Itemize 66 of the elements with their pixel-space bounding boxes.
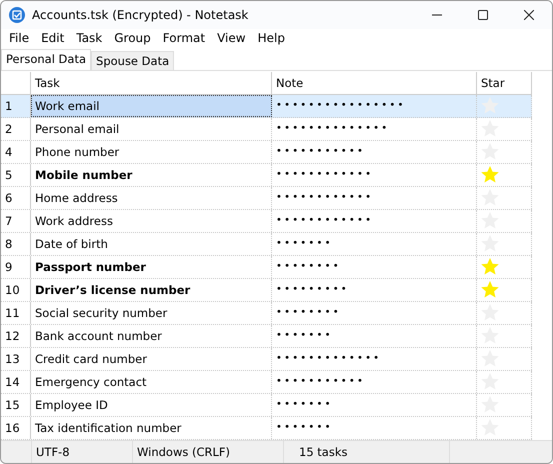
tab[interactable]: Spouse Data	[91, 50, 174, 70]
table-cell[interactable]: •••••••	[272, 232, 477, 255]
tab[interactable]: Personal Data	[1, 48, 92, 70]
status-text: Windows (CRLF)	[133, 440, 284, 463]
table-cell[interactable]: Phone number	[31, 140, 272, 163]
table-cell[interactable]: Passport number	[31, 256, 272, 278]
table-cell[interactable]: ••••••••••••	[272, 164, 477, 186]
table-cell[interactable]: ••••••••••••	[272, 210, 477, 232]
star-icon[interactable]	[481, 258, 499, 276]
table-cell[interactable]: •••••••••••	[272, 140, 477, 163]
table-cell[interactable]: Date of birth	[31, 232, 272, 255]
table-cell[interactable]: •••••••	[272, 394, 477, 416]
star-icon[interactable]	[481, 281, 499, 298]
table-cell[interactable]: •••••••••••••	[272, 348, 477, 370]
menu-item[interactable]: Edit	[36, 31, 70, 46]
column-header[interactable]: Star	[477, 72, 532, 94]
menu-item[interactable]: Format	[158, 31, 210, 46]
table-cell[interactable]: ••••••••••••••••	[272, 94, 477, 117]
row-number: 5	[1, 164, 31, 186]
table-cell[interactable]: Work email	[31, 94, 272, 117]
table-cell[interactable]: ••••••••••••	[272, 186, 477, 209]
row-number: 10	[1, 278, 31, 301]
row-number: 7	[1, 210, 31, 232]
table-cell[interactable]: Home address	[31, 186, 272, 209]
menu-item[interactable]: View	[212, 31, 251, 46]
row-number: 12	[1, 324, 31, 347]
row-number: 14	[1, 370, 31, 393]
status-text: UTF-8	[32, 440, 133, 463]
star-icon[interactable]	[481, 166, 499, 184]
row-number: 2	[1, 118, 31, 140]
row-number: 16	[1, 416, 31, 439]
menu-item[interactable]: Group	[109, 31, 156, 46]
maximize-icon[interactable]	[478, 10, 488, 20]
table-cell[interactable]: •••••••	[272, 324, 477, 347]
table-cell[interactable]: Credit card number	[31, 348, 272, 370]
status-text: 15 tasks	[284, 440, 450, 463]
table-cell[interactable]: Tax identification number	[31, 416, 272, 439]
row-number: 11	[1, 302, 31, 324]
menu-item[interactable]: Task	[71, 31, 108, 46]
row-number: 13	[1, 348, 31, 370]
app-checkbox-icon	[9, 6, 25, 23]
window-title: Accounts.tsk (Encrypted) - Notetask	[32, 8, 248, 22]
table-cell[interactable]: Driver’s license number	[31, 278, 272, 301]
table-cell[interactable]: Social security number	[31, 302, 272, 324]
table-cell[interactable]: Personal email	[31, 118, 272, 140]
row-number: 15	[1, 394, 31, 416]
table-cell[interactable]: Bank account number	[31, 324, 272, 347]
table-cell[interactable]: •••••••	[272, 416, 477, 439]
table-cell[interactable]: ••••••••••••••	[272, 118, 477, 140]
table-cell[interactable]: ••••••••	[272, 302, 477, 324]
table-cell[interactable]: Mobile number	[31, 164, 272, 186]
table-cell[interactable]: Work address	[31, 210, 272, 232]
column-header[interactable]: Note	[272, 72, 477, 94]
row-number: 6	[1, 186, 31, 209]
row-number: 8	[1, 232, 31, 255]
row-number: 9	[1, 256, 31, 278]
table-cell[interactable]: •••••••••	[272, 278, 477, 301]
table-cell[interactable]: •••••••••••	[272, 370, 477, 393]
menu-item[interactable]: File	[4, 31, 34, 46]
table-cell[interactable]: Employee ID	[31, 394, 272, 416]
table-cell[interactable]: Emergency contact	[31, 370, 272, 393]
menu-item[interactable]: Help	[252, 31, 290, 46]
table-cell[interactable]: ••••••••	[272, 256, 477, 278]
column-header[interactable]: Task	[31, 72, 272, 94]
row-number: 4	[1, 140, 31, 163]
close-icon[interactable]	[524, 10, 534, 20]
